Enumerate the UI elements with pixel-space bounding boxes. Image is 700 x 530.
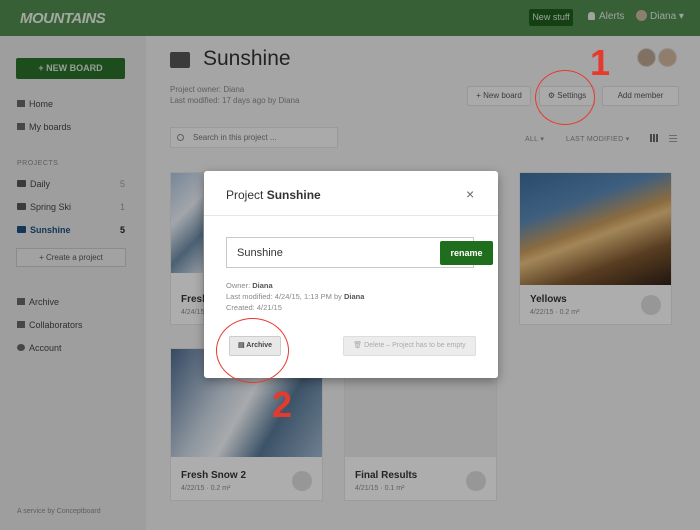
- close-icon[interactable]: ×: [466, 186, 474, 202]
- annotation-circle-archive: [216, 318, 289, 383]
- owner-info: Owner: Diana: [226, 281, 273, 290]
- dialog-divider: [204, 215, 498, 216]
- dialog-title-prefix: Project: [226, 188, 267, 202]
- dialog-title-name: Sunshine: [266, 188, 321, 202]
- modified-label: Last modified: 4/24/15, 1:13 PM by: [226, 292, 344, 301]
- annotation-number-1: 1: [590, 42, 611, 83]
- delete-button: 🗑 Delete – Project has to be empty: [343, 336, 476, 356]
- rename-field: rename: [226, 237, 493, 268]
- modified-info: Last modified: 4/24/15, 1:13 PM by Diana: [226, 292, 364, 301]
- annotation-circle-settings: [535, 70, 595, 125]
- created-info: Created: 4/21/15: [226, 303, 282, 312]
- owner-label: Owner:: [226, 281, 253, 290]
- project-name-input[interactable]: [237, 244, 407, 262]
- modified-by: Diana: [344, 292, 365, 301]
- rename-button[interactable]: rename: [440, 241, 493, 265]
- owner-name: Diana: [252, 281, 273, 290]
- dialog-title: Project Sunshine: [226, 188, 321, 202]
- annotation-number-2: 2: [272, 384, 293, 425]
